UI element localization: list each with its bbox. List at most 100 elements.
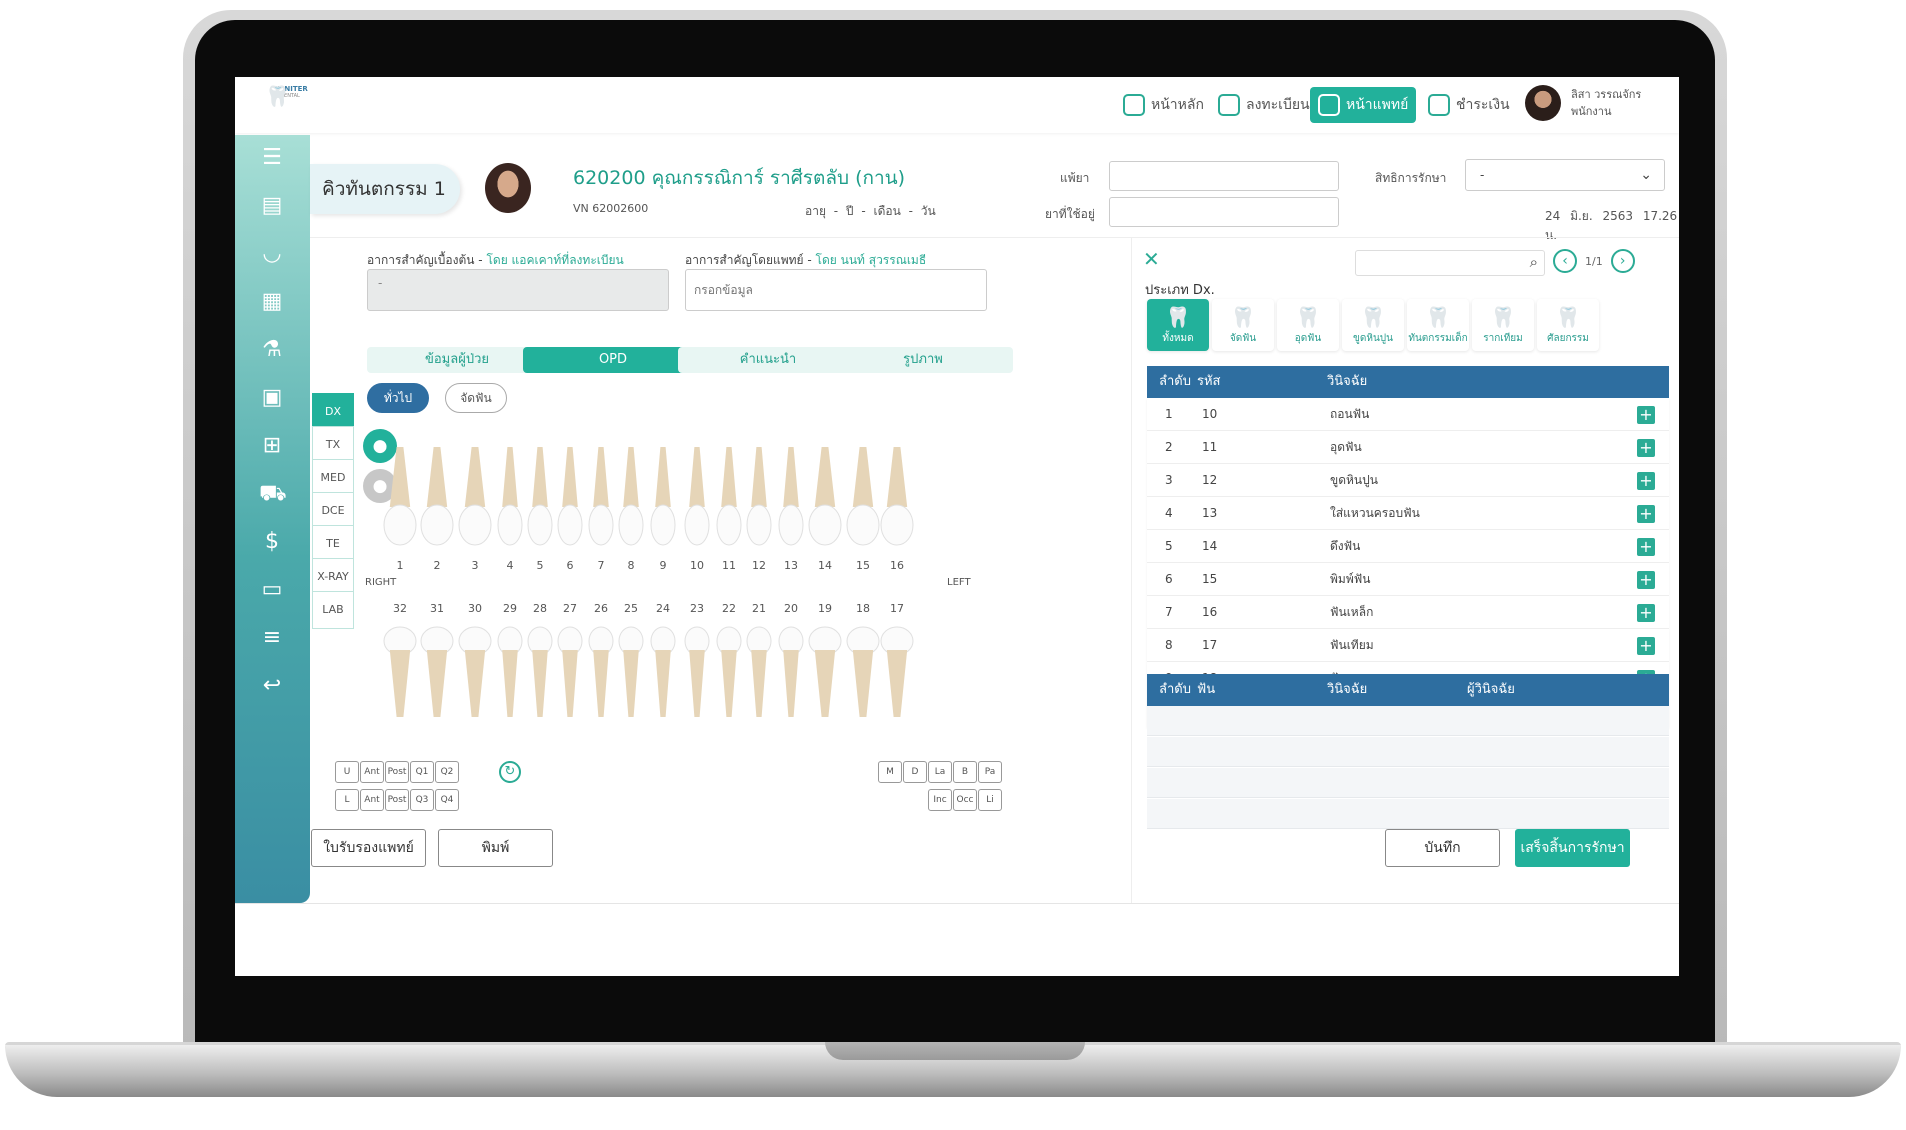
table-row[interactable]: 8 17 ฟันเทียม + <box>1147 629 1669 662</box>
lower-tooth[interactable] <box>880 625 914 724</box>
dx-category-button[interactable]: 🦷 อุดฟัน <box>1277 299 1339 351</box>
pill-general[interactable]: ทั่วไป <box>367 383 429 413</box>
sliders-icon[interactable]: ≡ <box>259 625 285 651</box>
surface-option[interactable]: Q3 <box>410 789 434 811</box>
table-row[interactable]: 7 16 ฟันเหล็ก + <box>1147 596 1669 629</box>
table-row[interactable]: 4 13 ใส่แหวนครอบฟัน + <box>1147 497 1669 530</box>
table-row[interactable]: 3 12 ขูดหินปูน + <box>1147 464 1669 497</box>
add-icon[interactable]: + <box>1637 538 1655 556</box>
add-icon[interactable]: + <box>1637 406 1655 424</box>
upper-tooth[interactable] <box>527 447 553 551</box>
surface-option[interactable]: Li <box>978 789 1002 811</box>
upper-tooth[interactable] <box>588 447 614 551</box>
upper-tooth[interactable] <box>846 447 880 551</box>
upper-tooth[interactable] <box>808 447 842 551</box>
surface-option[interactable]: Ant <box>360 789 384 811</box>
refresh-icon[interactable]: ↻ <box>499 761 521 783</box>
finish-treatment-button[interactable]: เสร็จสิ้นการรักษา <box>1515 829 1630 867</box>
surface-option[interactable]: Q4 <box>435 789 459 811</box>
upper-tooth[interactable] <box>650 447 676 551</box>
add-icon[interactable]: + <box>1637 439 1655 457</box>
lower-tooth[interactable] <box>458 625 492 724</box>
next-page-icon[interactable]: › <box>1610 249 1635 273</box>
lower-tooth[interactable] <box>527 625 553 724</box>
side-tab-lab[interactable]: LAB <box>312 591 354 629</box>
close-icon[interactable]: ✕ <box>1143 247 1160 271</box>
surface-option[interactable]: La <box>928 761 952 783</box>
lower-tooth[interactable] <box>557 625 583 724</box>
dx-category-button[interactable]: 🦷 ศัลยกรรม <box>1537 299 1599 351</box>
upper-tooth[interactable] <box>557 447 583 551</box>
save-button[interactable]: บันทึก <box>1385 829 1500 867</box>
add-icon[interactable]: + <box>1637 472 1655 490</box>
surface-option[interactable]: Q1 <box>410 761 434 783</box>
add-icon[interactable]: + <box>1637 505 1655 523</box>
surface-option[interactable]: Post <box>385 789 409 811</box>
tab-images[interactable]: รูปภาพ <box>833 347 1013 373</box>
lower-tooth[interactable] <box>746 625 772 724</box>
clipboard-icon[interactable]: ▤ <box>259 193 285 219</box>
lower-tooth[interactable] <box>420 625 454 724</box>
table-row[interactable]: 2 11 อุดฟัน + <box>1147 431 1669 464</box>
table-row[interactable]: 5 14 ดึงฟัน + <box>1147 530 1669 563</box>
upper-tooth[interactable] <box>880 447 914 551</box>
dx-category-button[interactable]: 🦷 ทันตกรรมเด็ก <box>1407 299 1469 351</box>
lower-tooth[interactable] <box>618 625 644 724</box>
grid-icon[interactable]: ⊞ <box>259 433 285 459</box>
surface-option[interactable]: Pa <box>978 761 1002 783</box>
user-menu[interactable]: ลิสา วรรณจักร พนักงาน <box>1525 85 1641 121</box>
table-row[interactable]: 1 10 ถอนฟัน + <box>1147 398 1669 431</box>
nav-home[interactable]: หน้าหลัก <box>1115 87 1212 123</box>
surface-option[interactable]: Q2 <box>435 761 459 783</box>
medication-input[interactable] <box>1109 197 1339 227</box>
cart-icon[interactable]: ⛟ <box>259 481 287 507</box>
upper-tooth[interactable] <box>383 447 417 551</box>
logout-icon[interactable]: ↩ <box>259 673 285 699</box>
nav-register[interactable]: ลงทะเบียน <box>1210 87 1318 123</box>
nav-doctor[interactable]: หน้าแพทย์ <box>1310 87 1417 123</box>
surface-option[interactable]: B <box>953 761 977 783</box>
upper-tooth[interactable] <box>778 447 804 551</box>
add-icon[interactable]: + <box>1637 637 1655 655</box>
upper-tooth[interactable] <box>716 447 742 551</box>
document-icon[interactable]: ▭ <box>259 577 285 603</box>
tab-opd[interactable]: OPD <box>523 347 703 373</box>
lower-tooth[interactable] <box>716 625 742 724</box>
dx-category-button[interactable]: 🦷 ทั้งหมด <box>1147 299 1209 351</box>
print-button[interactable]: พิมพ์ <box>438 829 553 867</box>
dx-category-button[interactable]: 🦷 จัดฟัน <box>1212 299 1274 351</box>
allergy-input[interactable] <box>1109 161 1339 191</box>
surface-option[interactable]: Inc <box>928 789 952 811</box>
surface-option[interactable]: Ant <box>360 761 384 783</box>
surface-option[interactable]: Occ <box>953 789 977 811</box>
flask-icon[interactable]: ⚗ <box>259 337 285 363</box>
surface-option[interactable]: M <box>878 761 902 783</box>
upper-tooth[interactable] <box>618 447 644 551</box>
medical-certificate-button[interactable]: ใบรับรองแพทย์ <box>311 829 426 867</box>
lower-tooth[interactable] <box>383 625 417 724</box>
upper-tooth[interactable] <box>458 447 492 551</box>
lower-tooth[interactable] <box>846 625 880 724</box>
surface-option[interactable]: L <box>335 789 359 811</box>
lower-tooth[interactable] <box>778 625 804 724</box>
tab-patient-info[interactable]: ข้อมูลผู้ป่วย <box>367 347 547 373</box>
dx-category-button[interactable]: 🦷 รากเทียม <box>1472 299 1534 351</box>
upper-tooth[interactable] <box>684 447 710 551</box>
money-hand-icon[interactable]: $ <box>259 529 285 555</box>
dx-category-button[interactable]: 🦷 ขูดหินปูน <box>1342 299 1404 351</box>
table-row[interactable]: 6 15 พิมพ์ฟัน + <box>1147 563 1669 596</box>
tab-advice[interactable]: คำแนะนำ <box>678 347 858 373</box>
lower-tooth[interactable] <box>650 625 676 724</box>
upper-tooth[interactable] <box>746 447 772 551</box>
add-icon[interactable]: + <box>1637 604 1655 622</box>
lower-tooth[interactable] <box>808 625 842 724</box>
lower-tooth[interactable] <box>588 625 614 724</box>
pill-orthodontic[interactable]: จัดฟัน <box>445 383 507 413</box>
nav-payment[interactable]: ชำระเงิน <box>1420 87 1518 123</box>
surface-option[interactable]: Post <box>385 761 409 783</box>
lower-tooth[interactable] <box>497 625 523 724</box>
menu-icon[interactable]: ☰ <box>259 145 285 171</box>
tooth-icon[interactable]: ◡ <box>259 241 285 267</box>
upper-tooth[interactable] <box>420 447 454 551</box>
surface-option[interactable]: D <box>903 761 927 783</box>
